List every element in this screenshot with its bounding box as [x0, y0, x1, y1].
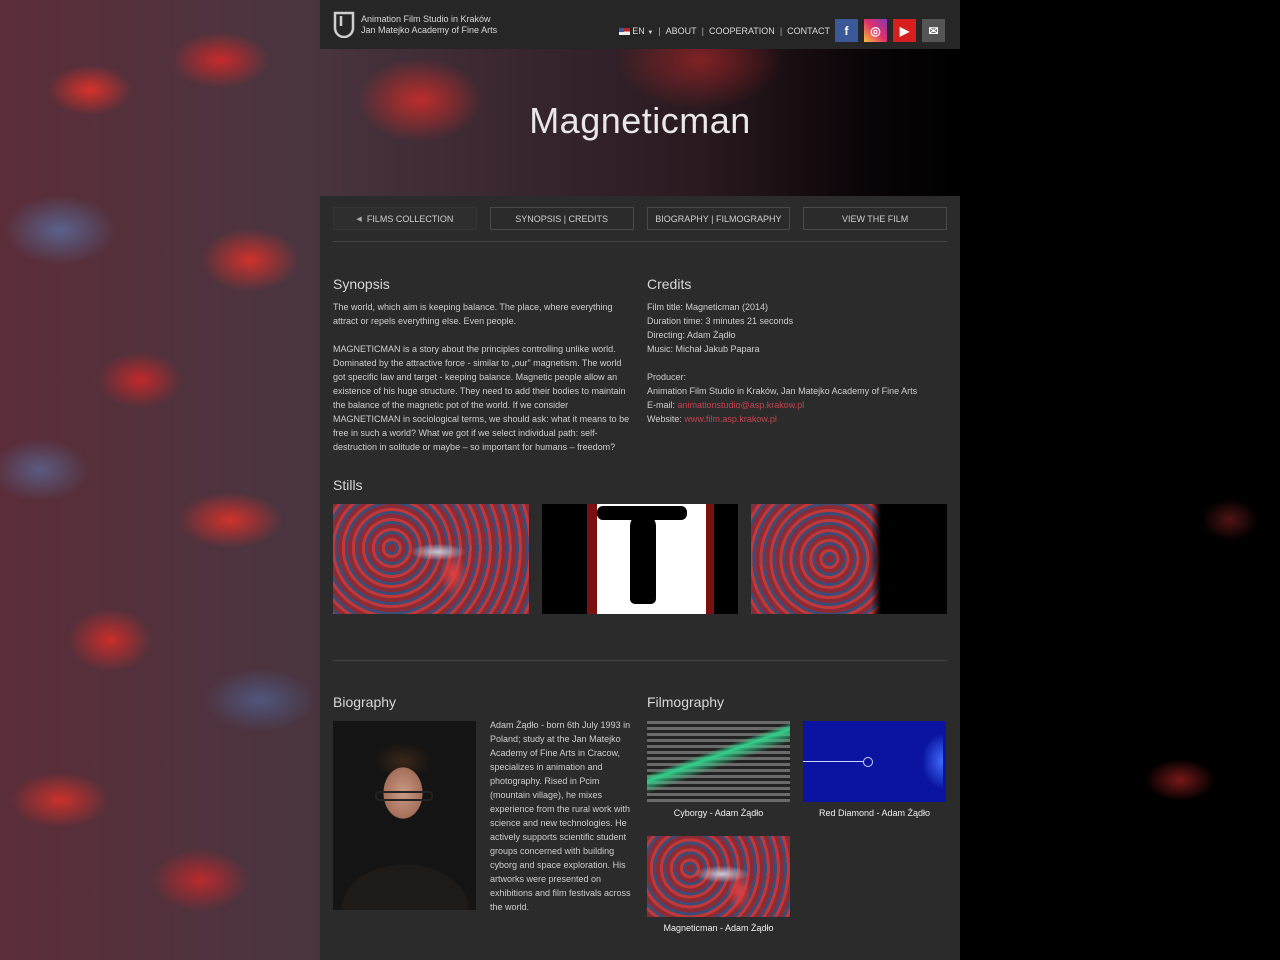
curtain-right [706, 504, 738, 614]
filmography-heading: Filmography [647, 694, 725, 710]
tab-label: FILMS COLLECTION [366, 213, 454, 224]
nav-separator: | [701, 26, 704, 36]
mail-icon[interactable]: ✉ [922, 19, 945, 42]
divider [333, 241, 947, 242]
thumbnail-swirl [883, 721, 943, 802]
film-caption[interactable]: Red Diamond - Adam Żądło [803, 808, 946, 818]
facebook-icon[interactable]: f [835, 19, 858, 42]
synopsis-paragraph: MAGNETICMAN is a story about the princip… [333, 344, 630, 452]
glasses [375, 791, 433, 801]
credits-text: Film title: Magneticman (2014) Duration … [647, 300, 947, 426]
tab-synopsis-credits[interactable]: SYNOPSIS | CREDITS [489, 207, 634, 230]
credits-heading: Credits [647, 276, 692, 292]
curtain-left [542, 504, 597, 614]
thumbnail-ring [863, 757, 873, 767]
credit-title: Film title: Magneticman (2014) [647, 302, 769, 312]
film-thumbnail-magneticman[interactable] [647, 836, 790, 917]
still-image-1[interactable] [333, 504, 529, 614]
synopsis-text: The world, which aim is keeping balance.… [333, 300, 633, 454]
film-caption[interactable]: Magneticman - Adam Żądło [647, 923, 790, 933]
credit-website-label: Website: [647, 414, 682, 424]
divider [333, 660, 947, 661]
caret-down-icon: ▼ [647, 30, 654, 36]
youtube-icon[interactable]: ▶ [893, 19, 916, 42]
website-link[interactable]: www.film.asp.krakow.pl [684, 414, 777, 424]
nav-separator: | [658, 26, 661, 36]
main-nav: EN ▼ | ABOUT | COOPERATION | CONTACT [619, 26, 830, 36]
studio-name-line2: Jan Matejko Academy of Fine Arts [361, 25, 498, 35]
credit-directing: Directing: Adam Żądło [647, 330, 736, 340]
email-link[interactable]: animationstudio@asp.krakow.pl [678, 400, 805, 410]
credit-producer-label: Producer: [647, 372, 687, 382]
film-tabs: ◀ FILMS COLLECTION SYNOPSIS | CREDITS BIO… [333, 207, 947, 230]
language-selector[interactable]: EN ▼ [619, 26, 653, 36]
instagram-icon[interactable]: ◎ [864, 19, 887, 42]
film-caption[interactable]: Cyborgy - Adam Żądło [647, 808, 790, 818]
tab-view-film[interactable]: VIEW THE FILM [803, 207, 947, 230]
synopsis-heading: Synopsis [333, 276, 390, 292]
film-thumbnail-red-diamond[interactable] [803, 721, 946, 802]
biography-heading: Biography [333, 694, 397, 710]
credit-email-label: E-mail: [647, 400, 676, 410]
us-flag-icon [619, 28, 631, 36]
credit-music: Music: Michał Jakub Papara [647, 344, 760, 354]
studio-logo[interactable] [333, 11, 355, 38]
nav-about[interactable]: ABOUT [666, 26, 697, 36]
thumbnail-line [803, 761, 863, 762]
still-image-2[interactable] [542, 504, 738, 614]
biography-text: Adam Żądło - born 6th July 1993 in Polan… [490, 720, 631, 912]
top-navigation-bar: Animation Film Studio in Kraków Jan Mate… [320, 0, 960, 49]
figure-silhouette [630, 514, 656, 604]
content-panel: ◀ FILMS COLLECTION SYNOPSIS | CREDITS BIO… [320, 196, 960, 960]
nav-contact[interactable]: CONTACT [787, 26, 830, 36]
studio-name-line1: Animation Film Studio in Kraków [361, 14, 491, 24]
tab-biography-filmography[interactable]: BIOGRAPHY | FILMOGRAPHY [646, 207, 791, 230]
director-portrait [333, 721, 476, 910]
nav-cooperation[interactable]: COOPERATION [709, 26, 775, 36]
film-thumbnail-cyborgy[interactable] [647, 721, 790, 802]
page-title: Magneticman [529, 100, 751, 141]
tab-films-collection[interactable]: ◀ FILMS COLLECTION [333, 207, 477, 230]
arrow-left-icon: ◀ [356, 215, 362, 223]
social-links: f ◎ ▶ ✉ [835, 19, 945, 42]
credit-duration: Duration time: 3 minutes 21 seconds [647, 316, 794, 326]
stills-heading: Stills [333, 477, 363, 493]
language-label: EN [632, 26, 645, 36]
synopsis-paragraph: The world, which aim is keeping balance.… [333, 302, 613, 326]
still-image-3[interactable] [751, 504, 947, 614]
credit-producer: Animation Film Studio in Kraków, Jan Mat… [647, 386, 918, 396]
nav-separator: | [779, 26, 783, 36]
studio-name[interactable]: Animation Film Studio in Kraków Jan Mate… [361, 14, 497, 36]
